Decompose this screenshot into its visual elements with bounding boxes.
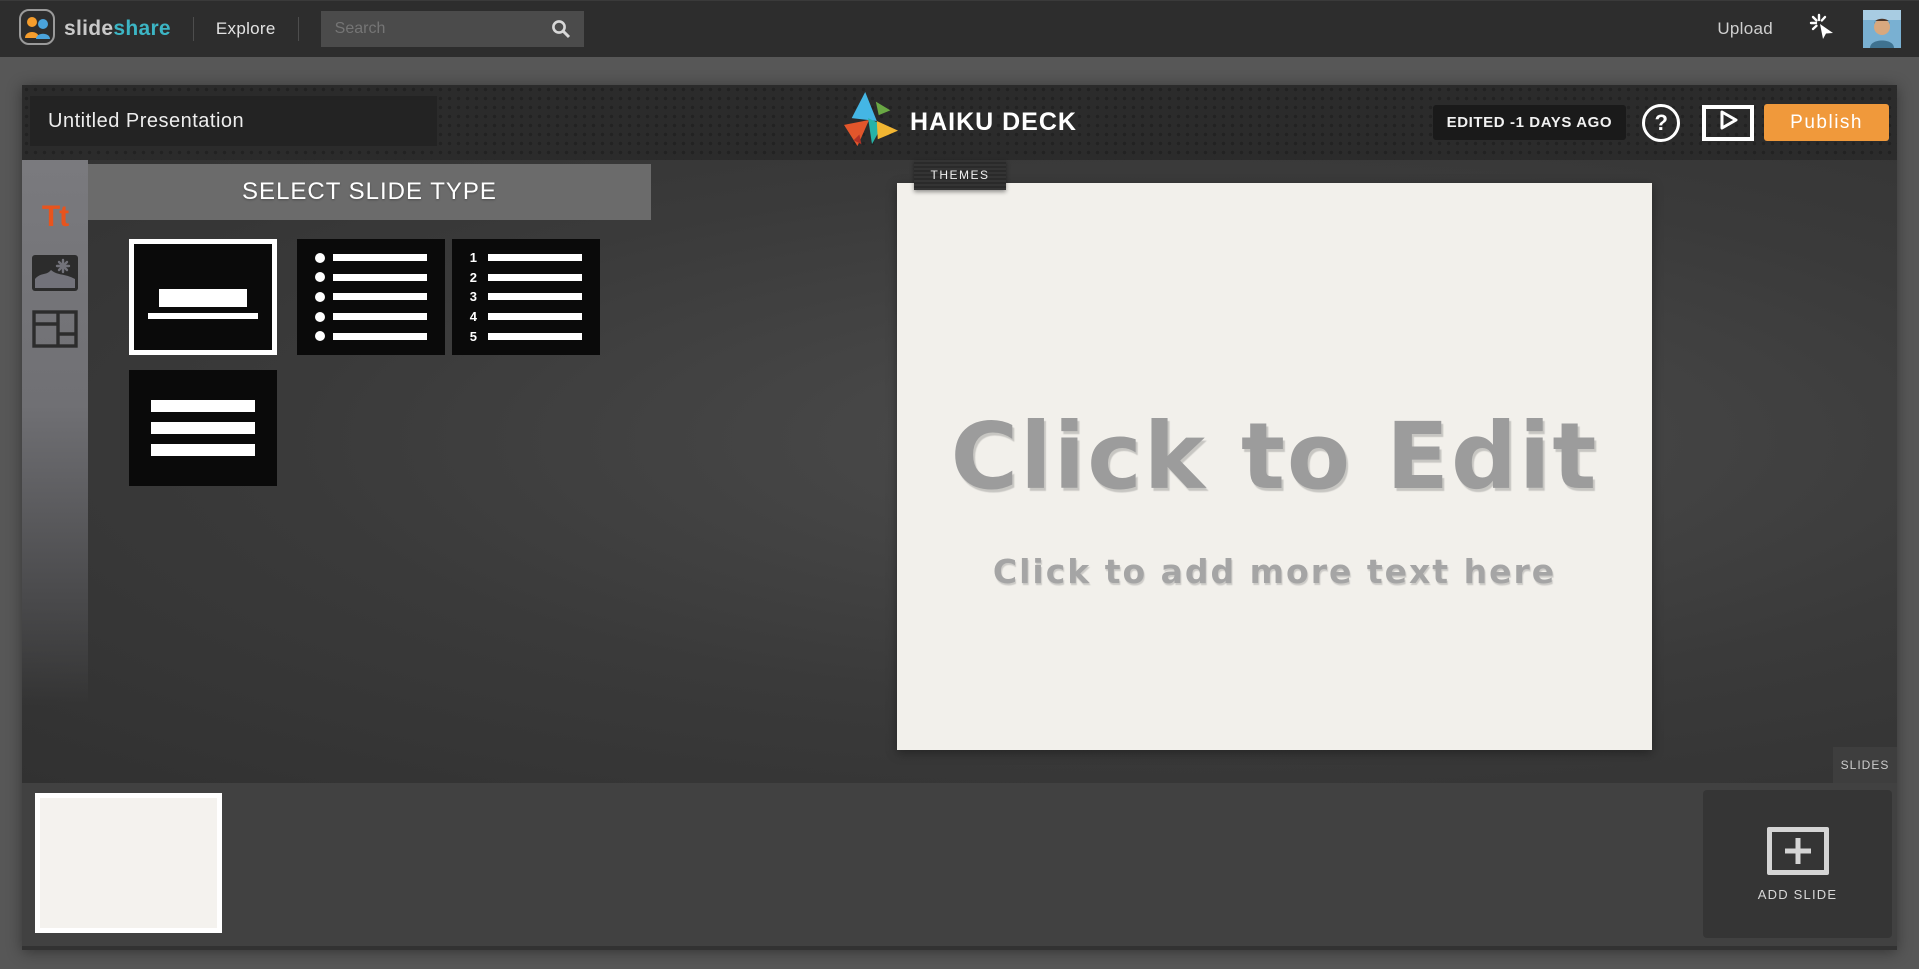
slide-title-placeholder[interactable]: Click to Edit	[951, 403, 1599, 510]
slide-canvas[interactable]: Click to Edit Click to add more text her…	[897, 183, 1652, 750]
slides-tray-tab[interactable]: SLIDES	[1833, 747, 1897, 783]
editor-header: HAIKU DECK EDITED -1 DAYS AGO ? Publish	[22, 85, 1897, 160]
topbar-divider	[298, 17, 299, 41]
subtitle-bar-shape	[148, 313, 258, 319]
slideshare-wordmark: slideshare	[64, 17, 171, 41]
add-slide-plus-icon	[1767, 827, 1829, 875]
slide-type-paragraph[interactable]	[129, 370, 277, 486]
search-icon[interactable]	[550, 18, 572, 40]
slide-type-numbered[interactable]: 1 2 3 4 5	[452, 239, 600, 355]
explore-link[interactable]: Explore	[216, 19, 276, 39]
slideshare-logo-icon	[18, 8, 56, 51]
add-slide-button[interactable]: ADD SLIDE	[1703, 790, 1892, 938]
edited-status-badge: EDITED -1 DAYS AGO	[1433, 105, 1627, 140]
slide-type-bullets[interactable]	[297, 239, 445, 355]
haiku-deck-editor: HAIKU DECK EDITED -1 DAYS AGO ? Publish …	[22, 85, 1897, 950]
haiku-deck-editor-page: slideshare Explore Upload	[0, 0, 1919, 969]
play-icon	[1715, 108, 1741, 137]
tool-rail: Tt	[22, 160, 88, 705]
origami-crane-icon	[842, 92, 900, 153]
select-slide-type-header: SELECT SLIDE TYPE	[88, 164, 651, 220]
topbar-right-group: Upload	[1717, 10, 1901, 48]
text-tool-button[interactable]: Tt	[22, 200, 88, 234]
help-button[interactable]: ?	[1642, 104, 1680, 142]
layout-tool-button[interactable]	[22, 310, 88, 353]
play-preview-button[interactable]	[1702, 105, 1754, 141]
image-tool-button[interactable]	[22, 255, 88, 296]
slides-filmstrip: ADD SLIDE	[22, 783, 1897, 950]
themes-tab[interactable]: THEMES	[914, 160, 1006, 190]
upload-link[interactable]: Upload	[1717, 19, 1773, 39]
topbar-divider	[193, 17, 194, 41]
haiku-deck-wordmark: HAIKU DECK	[910, 108, 1077, 137]
user-avatar[interactable]	[1863, 10, 1901, 48]
slideshare-topbar: slideshare Explore Upload	[0, 0, 1919, 57]
slideshare-logo[interactable]: slideshare	[18, 8, 171, 51]
publish-button[interactable]: Publish	[1764, 104, 1889, 141]
search-input[interactable]	[321, 20, 550, 38]
editor-header-actions: EDITED -1 DAYS AGO ? Publish	[1433, 85, 1889, 160]
editor-workspace: Tt	[22, 160, 1897, 783]
layout-tool-icon	[32, 310, 78, 353]
slide-type-title[interactable]	[129, 239, 277, 355]
slide-thumbnail-1[interactable]	[35, 793, 222, 933]
slide-subtitle-placeholder[interactable]: Click to add more text here	[993, 552, 1556, 591]
image-tool-icon	[32, 255, 78, 296]
search-box	[321, 11, 584, 47]
presentation-title-input[interactable]	[30, 96, 437, 146]
title-bar-shape	[159, 289, 247, 307]
magic-click-icon[interactable]	[1809, 13, 1837, 46]
